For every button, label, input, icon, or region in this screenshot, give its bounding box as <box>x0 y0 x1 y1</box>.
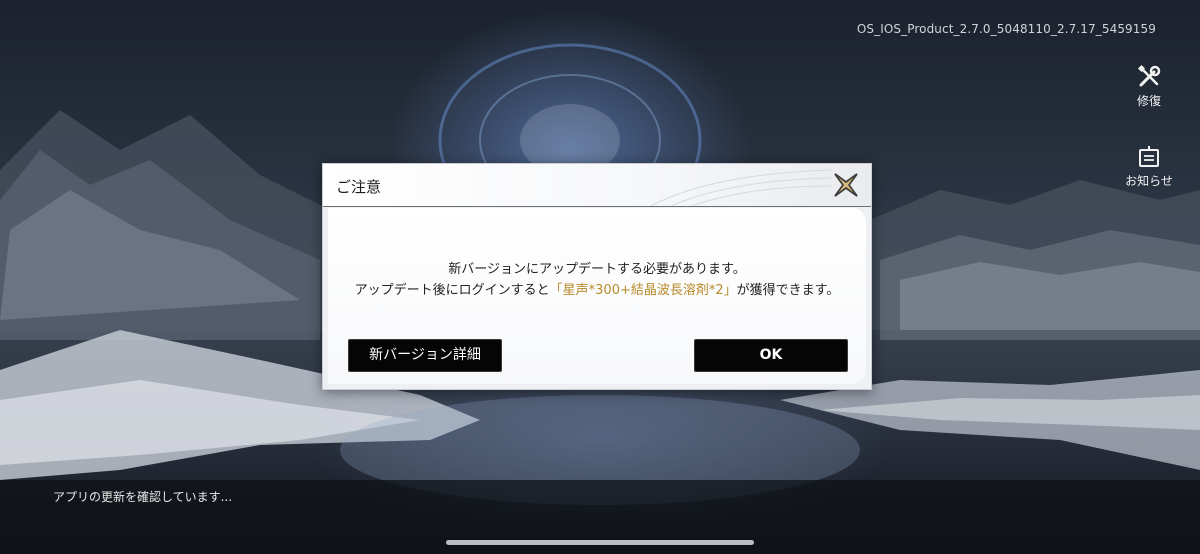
message-line-2-prefix: アップデート後にログインすると <box>354 283 550 298</box>
notice-label: お知らせ <box>1125 174 1173 188</box>
wrench-screwdriver-icon <box>1137 64 1161 87</box>
dialog-header: ご注意 <box>323 164 871 207</box>
game-screen: OS_IOS_Product_2.7.0_5048110_2.7.17_5459… <box>0 0 1200 554</box>
message-line-1: 新バージョンにアップデートする必要があります。 <box>448 262 746 277</box>
repair-button[interactable]: 修復 <box>1124 64 1174 109</box>
header-decoration <box>650 169 831 206</box>
dialog-body: 新バージョンにアップデートする必要があります。 アップデート後にログインすると「… <box>328 208 866 384</box>
version-string: OS_IOS_Product_2.7.0_5048110_2.7.17_5459… <box>856 22 1156 36</box>
update-status-text: アプリの更新を確認しています... <box>53 490 233 504</box>
notice-button[interactable]: お知らせ <box>1124 144 1174 189</box>
dialog-title: ご注意 <box>336 178 382 196</box>
message-line-2: アップデート後にログインすると「星声*300+結晶波長溶剤*2」が獲得できます。 <box>328 279 866 298</box>
home-indicator[interactable] <box>446 540 754 545</box>
close-button[interactable] <box>829 168 863 202</box>
new-version-details-button[interactable]: 新バージョン詳細 <box>348 339 502 372</box>
notice-dialog: ご注意 新バージョンにアップデートする必要があります。 アップデート後にログイン… <box>322 163 872 390</box>
ok-button[interactable]: OK <box>694 339 848 372</box>
message-line-2-suffix: が獲得できます。 <box>736 283 840 298</box>
x-cross-icon <box>834 173 858 197</box>
reward-highlight: 「星声*300+結晶波長溶剤*2」 <box>549 283 737 298</box>
repair-label: 修復 <box>1136 94 1161 108</box>
notice-board-icon <box>1139 146 1159 167</box>
